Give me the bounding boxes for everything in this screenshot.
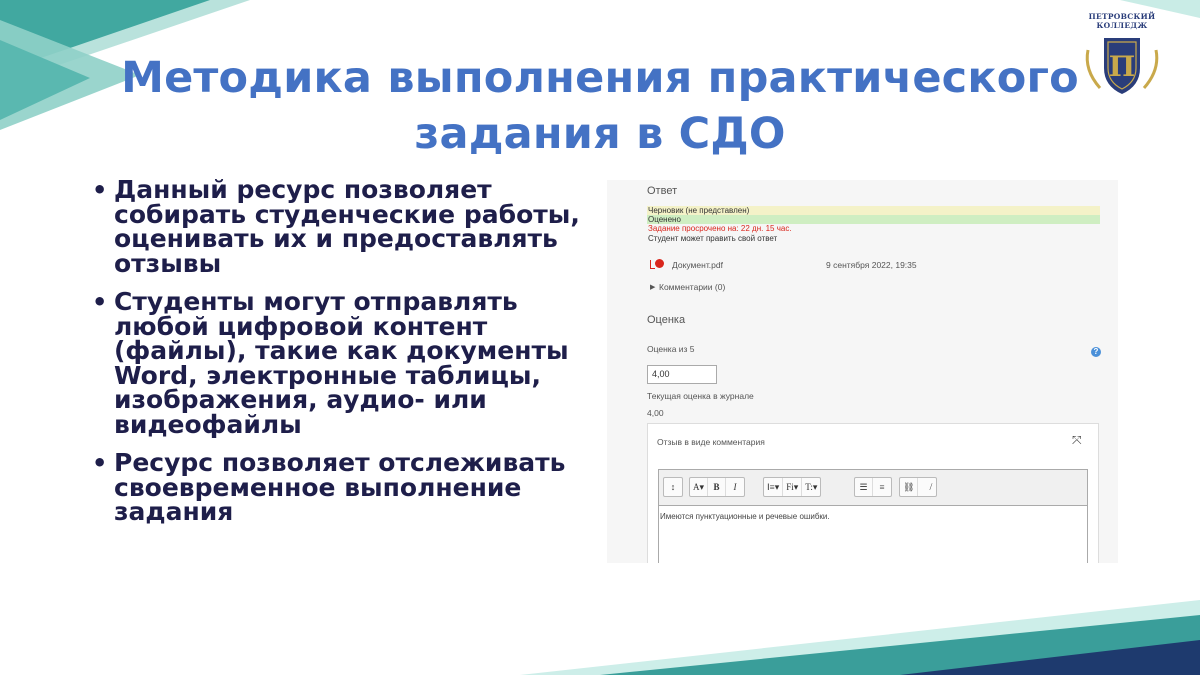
bullet-dot-icon: • [92, 288, 108, 316]
unlink-button[interactable]: ⛓̸ [918, 478, 936, 496]
grade-input[interactable] [647, 365, 717, 384]
pdf-icon [655, 259, 664, 268]
answer-heading: Ответ [647, 185, 678, 197]
font-size-button[interactable]: T:▾ [802, 478, 820, 496]
toggle-toolbar-button[interactable]: ↕ [664, 478, 682, 496]
bullet-item: • Ресурс позволяет отслеживать своевремен… [92, 448, 582, 526]
feedback-title: Отзыв в виде комментария [657, 437, 765, 447]
bullet-item: • Данный ресурс позволяет собирать студен… [92, 175, 582, 278]
toolbar-group-2: A▾ B I [689, 477, 746, 497]
toolbar-group-3: Ⅰ≡▾ Fi▾ T:▾ [763, 477, 822, 497]
comments-toggle[interactable]: Комментарии (0) [659, 282, 725, 292]
logo-line-2: КОЛЛЕДЖ [1096, 21, 1148, 30]
toolbar-group-4: ☰ ≡ [854, 477, 892, 497]
bullet-dot-icon: • [92, 176, 108, 204]
status-graded: Оценено [647, 215, 1100, 224]
logo-line-1: ПЕТРОВСКИЙ [1088, 12, 1156, 21]
expand-icon[interactable]: ⤧ [1072, 433, 1082, 448]
font-color-button[interactable]: A▾ [690, 478, 709, 496]
italic-button[interactable]: I [726, 478, 744, 496]
grade-label: Оценка из 5 [647, 344, 695, 354]
help-icon[interactable]: ? [1091, 347, 1101, 357]
ordered-list-button[interactable]: ≡ [873, 478, 891, 496]
submitted-file-link[interactable]: Документ.pdf [672, 260, 723, 270]
toolbar-group-1: ↕ [663, 477, 683, 497]
bold-button[interactable]: B [708, 478, 727, 496]
unordered-list-button[interactable]: ☰ [855, 478, 873, 496]
bullet-text: Ресурс позволяет отслеживать своевременн… [114, 448, 566, 526]
grade-heading: Оценка [647, 314, 686, 326]
toolbar-group-5: ⛓ ⛓̸ [899, 477, 938, 497]
status-editable: Студент может править свой ответ [648, 234, 778, 243]
file-date: 9 сентября 2022, 19:35 [826, 260, 917, 270]
bullet-list: • Данный ресурс позволяет собирать студен… [92, 175, 582, 539]
lms-screenshot: Ответ Черновик (не представлен) Оценено … [607, 180, 1118, 563]
status-draft: Черновик (не представлен) [647, 206, 1100, 215]
bullet-text: Данный ресурс позволяет собирать студенч… [114, 175, 580, 278]
caret-right-icon[interactable]: ▶ [650, 283, 655, 291]
bullet-item: • Студенты могут отправлять любой цифрово… [92, 287, 582, 439]
slide-title: Методика выполнения практического задани… [121, 53, 1079, 159]
status-late: Задание просрочено на: 22 дн. 15 час. [648, 224, 792, 233]
bullet-dot-icon: • [92, 449, 108, 477]
bullet-text: Студенты могут отправлять любой цифровой… [114, 287, 569, 439]
paragraph-button[interactable]: Ⅰ≡▾ [764, 478, 784, 496]
journal-grade-label: Текущая оценка в журнале [647, 391, 754, 401]
link-button[interactable]: ⛓ [900, 478, 919, 496]
journal-grade-value: 4,00 [647, 408, 664, 418]
font-family-button[interactable]: Fi▾ [783, 478, 803, 496]
editor-content: Имеются пунктуационные и речевые ошибки. [660, 512, 830, 521]
editor-toolbar: ↕ A▾ B I Ⅰ≡▾ Fi▾ T:▾ ☰ ≡ ⛓ ⛓̸ [659, 470, 1087, 506]
